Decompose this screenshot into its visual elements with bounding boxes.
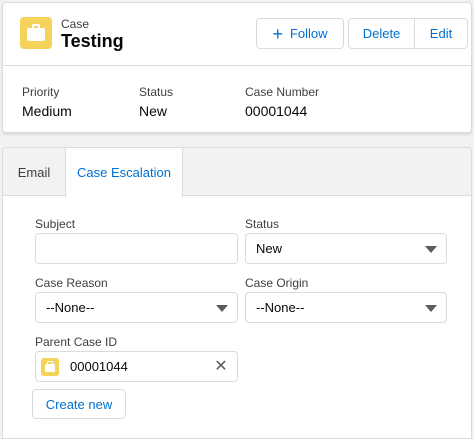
chevron-down-icon: [425, 246, 437, 253]
priority-label: Priority: [22, 85, 60, 99]
tab-email[interactable]: Email: [3, 148, 65, 196]
chevron-down-icon: [216, 305, 228, 312]
follow-button[interactable]: + Follow: [256, 18, 344, 49]
record-header: Case Testing + Follow Delete Edit Priori…: [2, 2, 472, 133]
priority-value: Medium: [22, 103, 72, 119]
subject-label: Subject: [35, 217, 76, 231]
parent-case-label: Parent Case ID: [35, 335, 118, 349]
edit-button[interactable]: Edit: [414, 18, 468, 49]
plus-icon: +: [272, 23, 283, 44]
parent-case-value: 00001044: [70, 359, 128, 374]
case-origin-value: --None--: [256, 300, 305, 315]
case-number-value: 00001044: [245, 103, 308, 119]
case-origin-label: Case Origin: [245, 276, 309, 290]
follow-label: Follow: [289, 26, 328, 41]
create-new-button[interactable]: Create new: [32, 389, 126, 419]
close-icon[interactable]: ✕: [212, 357, 230, 375]
chevron-down-icon: [425, 305, 437, 312]
status-label: Status: [139, 85, 174, 99]
case-origin-select[interactable]: --None--: [245, 292, 447, 323]
case-number-label: Case Number: [245, 85, 320, 99]
status-field-label: Status: [245, 217, 280, 231]
status-value: New: [139, 103, 168, 119]
parent-case-lookup[interactable]: 00001044 ✕: [35, 351, 238, 382]
case-reason-value: --None--: [46, 300, 95, 315]
tab-bar: Email Case Escalation: [3, 148, 471, 197]
case-reason-label: Case Reason: [35, 276, 108, 290]
tab-case-escalation[interactable]: Case Escalation: [65, 148, 183, 197]
object-label: Case: [61, 17, 90, 31]
case-icon: [41, 358, 59, 376]
case-icon: [20, 17, 52, 49]
status-select[interactable]: New: [245, 233, 447, 264]
status-select-value: New: [256, 241, 283, 256]
delete-button[interactable]: Delete: [348, 18, 415, 49]
header-divider: [3, 65, 471, 66]
case-reason-select[interactable]: --None--: [35, 292, 238, 323]
record-title: Testing: [61, 31, 124, 51]
subject-input[interactable]: [35, 233, 238, 264]
